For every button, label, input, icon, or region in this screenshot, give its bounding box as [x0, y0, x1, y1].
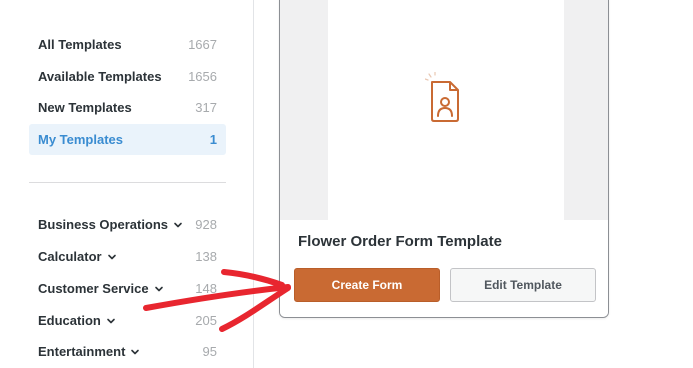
sidebar-item-count: 1656: [188, 69, 217, 84]
sidebar-category-label: Education: [38, 313, 101, 328]
chevron-down-icon[interactable]: [173, 220, 183, 230]
sidebar-category-count: 205: [195, 313, 217, 328]
sidebar-item-count: 317: [195, 100, 217, 115]
template-card-footer: Flower Order Form Template Create Form E…: [280, 220, 608, 317]
sidebar-category-entertainment[interactable]: Entertainment 95: [29, 336, 226, 367]
sidebar-item-count: 1: [209, 132, 217, 147]
chevron-down-icon[interactable]: [130, 347, 140, 357]
sidebar-category-customer-service[interactable]: Customer Service 148: [29, 273, 226, 304]
sidebar-item-label: All Templates: [38, 37, 122, 52]
sidebar-category-calculator[interactable]: Calculator 138: [29, 241, 226, 272]
sidebar-item-new-templates[interactable]: New Templates 317: [29, 92, 226, 123]
page: All Templates 1667 Available Templates 1…: [0, 0, 693, 368]
sidebar-category-label: Calculator: [38, 249, 102, 264]
document-user-icon: [425, 72, 459, 122]
create-form-button[interactable]: Create Form: [294, 268, 440, 302]
sidebar-item-label: New Templates: [38, 100, 132, 115]
chevron-down-icon[interactable]: [106, 316, 116, 326]
sidebar-category-education[interactable]: Education 205: [29, 305, 226, 336]
template-sidebar: All Templates 1667 Available Templates 1…: [0, 0, 254, 368]
sidebar-item-label: My Templates: [38, 132, 124, 147]
sidebar-item-my-templates[interactable]: My Templates 1: [29, 124, 226, 155]
sidebar-category-count: 138: [195, 249, 217, 264]
sidebar-category-business-operations[interactable]: Business Operations 928: [29, 209, 226, 240]
sidebar-category-label: Business Operations: [38, 217, 169, 232]
sidebar-item-available-templates[interactable]: Available Templates 1656: [29, 61, 226, 92]
sidebar-category-label: Customer Service: [38, 281, 149, 296]
edit-template-button[interactable]: Edit Template: [450, 268, 596, 302]
sidebar-item-label: Available Templates: [38, 69, 162, 84]
sidebar-item-all-templates[interactable]: All Templates 1667: [29, 29, 226, 60]
sidebar-category-count: 928: [195, 217, 217, 232]
template-title: Flower Order Form Template: [298, 233, 502, 250]
template-card: Flower Order Form Template Create Form E…: [279, 0, 609, 318]
sidebar-category-label: Entertainment: [38, 344, 126, 359]
chevron-down-icon[interactable]: [107, 252, 117, 262]
chevron-down-icon[interactable]: [154, 284, 164, 294]
sidebar-divider: [29, 182, 226, 183]
sidebar-category-count: 95: [202, 344, 217, 359]
sidebar-category-count: 148: [195, 281, 217, 296]
sidebar-item-count: 1667: [188, 37, 217, 52]
